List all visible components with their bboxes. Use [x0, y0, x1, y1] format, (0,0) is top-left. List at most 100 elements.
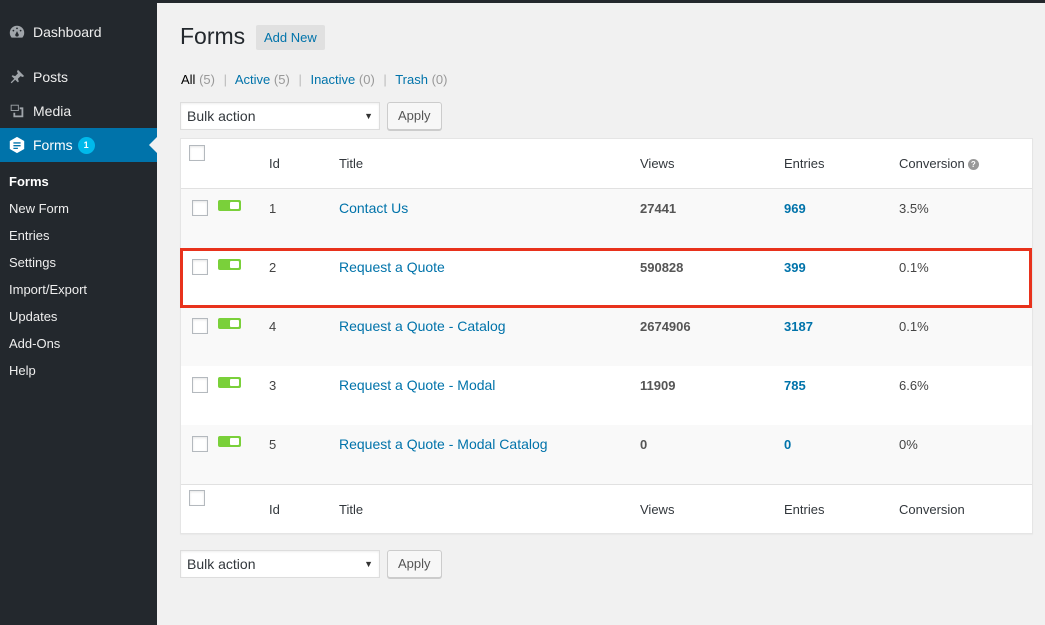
table-row: 2 Request a Quote 590828 399 0.1% — [181, 248, 1032, 307]
form-views: 11909 — [640, 378, 676, 393]
active-toggle[interactable] — [218, 259, 241, 270]
status-filters: All (5) | Active (5) | Inactive (0) | Tr… — [181, 72, 447, 87]
filter-count: (0) — [431, 72, 448, 87]
column-footer-id[interactable]: Id — [269, 502, 280, 517]
submenu-item-settings[interactable]: Settings — [0, 249, 157, 276]
table-footer: Id Title Views Entries Conversion — [181, 484, 1032, 533]
apply-button[interactable]: Apply — [387, 102, 442, 130]
row-checkbox[interactable] — [192, 436, 208, 452]
bulk-action-select[interactable]: Bulk action ▼ — [180, 102, 380, 130]
forms-submenu: Forms New Form Entries Settings Import/E… — [0, 168, 157, 384]
column-footer-views[interactable]: Views — [640, 502, 674, 517]
form-conversion: 0% — [899, 437, 918, 452]
form-id: 4 — [269, 319, 277, 334]
admin-sidebar: Dashboard Posts Media Forms 1 Forms New … — [0, 0, 157, 625]
filter-count: (0) — [358, 72, 375, 87]
column-header-title[interactable]: Title — [339, 156, 363, 171]
pin-icon — [0, 68, 33, 86]
submenu-item-updates[interactable]: Updates — [0, 303, 157, 330]
column-header-conversion[interactable]: Conversion? — [899, 156, 979, 171]
form-views: 2674906 — [640, 319, 691, 334]
apply-button-bottom[interactable]: Apply — [387, 550, 442, 578]
column-header-entries[interactable]: Entries — [784, 156, 824, 171]
form-views: 27441 — [640, 201, 677, 216]
row-checkbox[interactable] — [192, 259, 208, 275]
form-title-link[interactable]: Contact Us — [339, 200, 408, 216]
filter-separator: | — [383, 72, 387, 87]
form-id: 2 — [269, 260, 277, 275]
bulk-action-select-bottom[interactable]: Bulk action ▼ — [180, 550, 380, 578]
form-entries-link[interactable]: 399 — [784, 260, 806, 275]
submenu-item-add-ons[interactable]: Add-Ons — [0, 330, 157, 357]
form-entries-link[interactable]: 785 — [784, 378, 806, 393]
sidebar-item-label: Forms — [33, 137, 73, 153]
filter-count: (5) — [199, 72, 215, 87]
sidebar-item-posts[interactable]: Posts — [0, 60, 157, 94]
submenu-item-forms[interactable]: Forms — [0, 168, 157, 195]
column-footer-conversion[interactable]: Conversion — [899, 502, 965, 517]
notification-badge: 1 — [77, 136, 95, 154]
sidebar-item-dashboard[interactable]: Dashboard — [0, 15, 157, 49]
dropdown-arrow-icon: ▼ — [364, 559, 373, 569]
filter-count: (5) — [273, 72, 290, 87]
media-icon — [0, 102, 33, 120]
add-new-button[interactable]: Add New — [256, 25, 325, 50]
form-entries-link[interactable]: 969 — [784, 201, 806, 216]
form-views: 590828 — [640, 260, 684, 275]
filter-inactive[interactable]: Inactive — [310, 72, 355, 87]
form-entries-link[interactable]: 0 — [784, 437, 791, 452]
form-conversion: 3.5% — [899, 201, 929, 216]
form-id: 5 — [269, 437, 277, 452]
form-title-link[interactable]: Request a Quote - Modal — [339, 377, 495, 393]
column-footer-title[interactable]: Title — [339, 502, 363, 517]
page-title: Forms — [180, 23, 246, 49]
forms-table: Id Title Views Entries Conversion? 1 Con… — [180, 138, 1033, 534]
column-header-id[interactable]: Id — [269, 156, 280, 171]
bulk-actions-top: Bulk action ▼ Apply — [180, 102, 442, 130]
bulk-actions-bottom: Bulk action ▼ Apply — [180, 550, 442, 578]
active-toggle[interactable] — [218, 436, 241, 447]
filter-separator: | — [223, 72, 227, 87]
table-row: 1 Contact Us 27441 969 3.5% — [181, 189, 1032, 248]
table-header: Id Title Views Entries Conversion? — [181, 139, 1032, 189]
active-toggle[interactable] — [218, 200, 241, 211]
row-checkbox[interactable] — [192, 318, 208, 334]
column-footer-entries[interactable]: Entries — [784, 502, 824, 517]
sidebar-item-label: Media — [33, 103, 72, 119]
form-title-link[interactable]: Request a Quote - Modal Catalog — [339, 436, 548, 452]
submenu-item-entries[interactable]: Entries — [0, 222, 157, 249]
form-conversion: 0.1% — [899, 319, 929, 334]
dropdown-arrow-icon: ▼ — [364, 111, 373, 121]
forms-icon — [0, 136, 33, 154]
active-toggle[interactable] — [218, 377, 241, 388]
form-conversion: 6.6% — [899, 378, 929, 393]
submenu-item-import-export[interactable]: Import/Export — [0, 276, 157, 303]
dashboard-icon — [0, 23, 33, 41]
submenu-item-help[interactable]: Help — [0, 357, 157, 384]
active-toggle[interactable] — [218, 318, 241, 329]
help-icon[interactable]: ? — [967, 159, 979, 170]
form-entries-link[interactable]: 3187 — [784, 319, 813, 334]
sidebar-item-media[interactable]: Media — [0, 94, 157, 128]
select-all-checkbox[interactable] — [189, 145, 205, 161]
table-row: 4 Request a Quote - Catalog 2674906 3187… — [181, 307, 1032, 366]
bulk-action-value: Bulk action — [187, 556, 256, 572]
admin-bar-edge — [157, 0, 1045, 3]
filter-all[interactable]: All — [181, 72, 195, 87]
sidebar-item-forms[interactable]: Forms 1 — [0, 128, 157, 162]
submenu-item-new-form[interactable]: New Form — [0, 195, 157, 222]
form-views: 0 — [640, 437, 648, 452]
form-conversion: 0.1% — [899, 260, 929, 275]
select-all-checkbox-footer[interactable] — [189, 490, 205, 506]
column-header-conversion-label: Conversion — [899, 156, 965, 171]
column-header-views[interactable]: Views — [640, 156, 674, 171]
row-checkbox[interactable] — [192, 377, 208, 393]
form-title-link[interactable]: Request a Quote - Catalog — [339, 318, 506, 334]
form-id: 3 — [269, 378, 277, 393]
filter-trash[interactable]: Trash — [395, 72, 428, 87]
form-title-link[interactable]: Request a Quote — [339, 259, 445, 275]
filter-active[interactable]: Active — [235, 72, 270, 87]
form-id: 1 — [269, 201, 277, 216]
row-checkbox[interactable] — [192, 200, 208, 216]
table-row: 5 Request a Quote - Modal Catalog 0 0 0% — [181, 425, 1032, 484]
